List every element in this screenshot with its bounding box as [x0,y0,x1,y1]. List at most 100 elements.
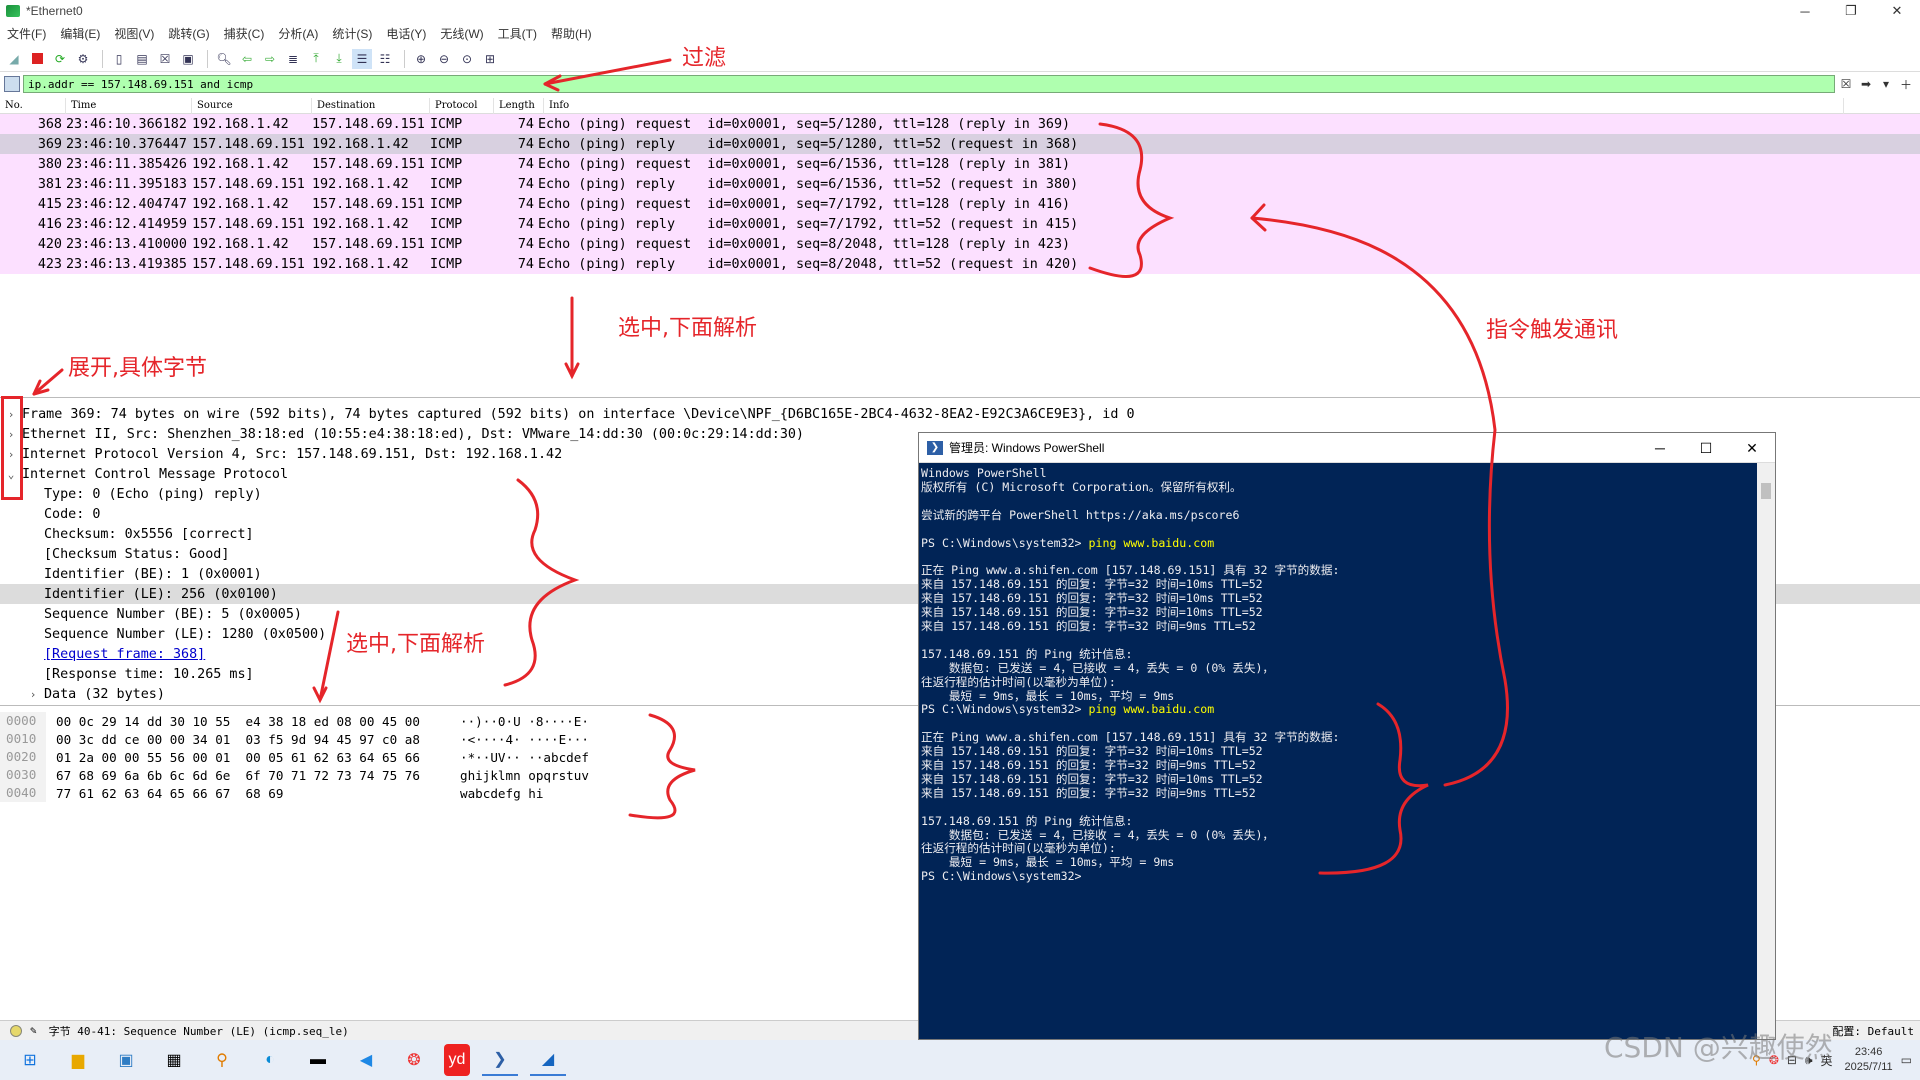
go-back-icon[interactable]: ⇦ [237,49,257,69]
resize-columns-icon[interactable]: ⊞ [480,49,500,69]
save-file-icon[interactable]: ▤ [132,49,152,69]
annotation-expand: 展开,具体字节 [68,356,207,381]
packet-row[interactable]: 415 23:46:12.404747 192.168.1.42 157.148.69… [0,194,1920,214]
column-source[interactable]: Source [192,98,312,114]
youdao-icon[interactable]: yd [444,1044,470,1076]
ps-minimize-button[interactable]: ─ [1637,433,1683,463]
detail-field-text: Checksum: 0x5556 [correct] [44,526,254,542]
menu-item[interactable]: 统计(S) [325,25,379,42]
shark-fin-start-icon[interactable]: ◢ [4,49,24,69]
menu-item[interactable]: 编辑(E) [53,25,107,42]
go-forward-icon[interactable]: ⇨ [260,49,280,69]
edit-comment-icon[interactable]: ✎ [30,1024,37,1037]
packet-cell-info: Echo (ping) reply id=0x0001, seq=8/2048,… [538,256,1079,272]
menu-item[interactable]: 视图(V) [107,25,161,42]
packet-row[interactable]: 423 23:46:13.419385 157.148.69.151 192.168.… [0,254,1920,274]
menu-item[interactable]: 帮助(H) [544,25,599,42]
app-red-icon[interactable]: ❂ [396,1044,432,1076]
profile-label[interactable]: 配置: Default [1832,1023,1914,1039]
bytes-row[interactable]: 0020 01 2a 00 00 55 56 00 01 00 05 61 62 … [0,748,920,766]
add-filter-button-icon[interactable]: ＋ [1897,76,1915,92]
column-no[interactable]: No. [0,98,66,114]
menu-item[interactable]: 工具(T) [491,25,544,42]
close-button[interactable]: ✕ [1874,0,1920,22]
packet-cell-dst: 192.168.1.42 [312,256,409,272]
expand-arrow-icon[interactable]: › [22,688,44,701]
ps-scrollbar[interactable] [1757,463,1775,1039]
bytes-row[interactable]: 0000 00 0c 29 14 dd 30 10 55 e4 38 18 ed … [0,712,920,730]
filter-bookmark-icon[interactable] [4,76,20,92]
ps-close-button[interactable]: ✕ [1729,433,1775,463]
menu-item[interactable]: 分析(A) [271,25,325,42]
clear-filter-icon[interactable]: ☒ [1837,76,1855,92]
packet-row[interactable]: 369 23:46:10.376447 157.148.69.151 192.168.… [0,134,1920,154]
stop-capture-icon[interactable] [27,49,47,69]
packet-row[interactable]: 381 23:46:11.395183 157.148.69.151 192.168.… [0,174,1920,194]
zoom-out-icon[interactable]: ⊖ [434,49,454,69]
first-packet-icon[interactable]: ⤒ [306,49,326,69]
display-filter-input[interactable]: ip.addr == 157.148.69.151 and icmp [23,75,1835,93]
packet-row[interactable]: 420 23:46:13.410000 192.168.1.42 157.148.69… [0,234,1920,254]
capture-options-icon[interactable]: ⚙ [73,49,93,69]
powershell-console[interactable]: Windows PowerShell 版权所有 (C) Microsoft Cor… [919,463,1757,1039]
minimize-button[interactable]: ─ [1782,0,1828,22]
menu-item[interactable]: 电话(Y) [379,25,433,42]
console-line: 来自 157.148.69.151 的回复: 字节=32 时间=9ms TTL=… [921,785,1256,800]
bytes-row[interactable]: 0040 77 61 62 63 64 65 66 67 68 69 wabcdef… [0,784,920,802]
zoom-in-icon[interactable]: ⊕ [411,49,431,69]
bytes-row[interactable]: 0010 00 3c dd ce 00 00 34 01 03 f5 9d 94 … [0,730,920,748]
restart-capture-icon[interactable]: ⟳ [50,49,70,69]
packet-row[interactable]: 416 23:46:12.414959 157.148.69.151 192.168.… [0,214,1920,234]
reload-file-icon[interactable]: ▣ [178,49,198,69]
powershell-taskbar-icon[interactable]: ❯ [482,1044,518,1076]
console-line: 来自 157.148.69.151 的回复: 字节=32 时间=10ms TTL… [921,591,1263,606]
detail-field-text: Identifier (BE): 1 (0x0001) [44,566,262,582]
ps-maximize-button[interactable]: ☐ [1683,433,1729,463]
bytes-row[interactable]: 0030 67 68 69 6a 6b 6c 6d 6e 6f 70 71 72 … [0,766,920,784]
find-packet-icon[interactable]: 🔍︎ [214,49,234,69]
menu-item[interactable]: 无线(W) [433,25,490,42]
control-panel-icon[interactable]: ▣ [108,1044,144,1076]
colorize-icon[interactable]: ☷ [375,49,395,69]
vscode-icon[interactable]: ◀ [348,1044,384,1076]
maximize-button[interactable]: ❐ [1828,0,1874,22]
packet-cell-dst: 157.148.69.151 [312,236,425,252]
packet-row[interactable]: 380 23:46:11.385426 192.168.1.42 157.148.69… [0,154,1920,174]
expert-info-icon[interactable] [10,1024,22,1037]
calculator-icon[interactable]: ▦ [156,1044,192,1076]
packet-cell-len: 74 [517,176,534,192]
zoom-normal-icon[interactable]: ⊙ [457,49,477,69]
filter-dropdown-icon[interactable]: ▾ [1877,76,1895,92]
detail-frame[interactable]: › Frame 369: 74 bytes on wire (592 bits),… [0,404,1920,424]
column-info[interactable]: Info [544,98,1844,114]
terminal-icon[interactable]: ▬ [300,1044,336,1076]
go-to-packet-icon[interactable]: ≣ [283,49,303,69]
windows-start-icon[interactable]: ⊞ [12,1044,48,1076]
powershell-window[interactable]: ❯ 管理员: Windows PowerShell ─ ☐ ✕ Windows … [918,432,1776,1040]
menu-item[interactable]: 文件(F) [0,25,53,42]
close-file-icon[interactable]: ☒ [155,49,175,69]
menu-item[interactable]: 跳转(G) [161,25,216,42]
wireshark-taskbar-icon[interactable]: ◢ [530,1044,566,1076]
autoscroll-icon[interactable]: ☰ [352,48,372,69]
console-line: 尝试新的跨平台 PowerShell https://aka.ms/pscore… [921,507,1240,522]
notification-icon[interactable]: ▭ [1901,1053,1912,1067]
apply-filter-icon[interactable]: ➡ [1857,76,1875,92]
menu-item[interactable]: 捕获(C) [217,25,272,42]
packet-row[interactable]: 368 23:46:10.366182 192.168.1.42 157.148.69… [0,114,1920,134]
column-destination[interactable]: Destination [312,98,430,114]
search-tool-icon[interactable]: ⚲ [204,1044,240,1076]
taskbar-clock[interactable]: 23:46 2025/7/11 [1845,1045,1893,1075]
column-protocol[interactable]: Protocol [430,98,494,114]
open-file-icon[interactable]: ▯ [109,49,129,69]
file-explorer-icon[interactable]: ▆ [60,1044,96,1076]
detail-field-text: Code: 0 [44,506,101,522]
packet-cell-proto: ICMP [430,156,463,172]
request-frame-link[interactable]: [Request frame: 368] [44,647,205,662]
console-line: 最短 = 9ms，最长 = 10ms，平均 = 9ms [921,855,1175,870]
column-length[interactable]: Length [494,98,544,114]
edge-browser-icon[interactable]: ◐ [252,1044,288,1076]
last-packet-icon[interactable]: ⤓ [329,49,349,69]
column-time[interactable]: Time [66,98,192,114]
